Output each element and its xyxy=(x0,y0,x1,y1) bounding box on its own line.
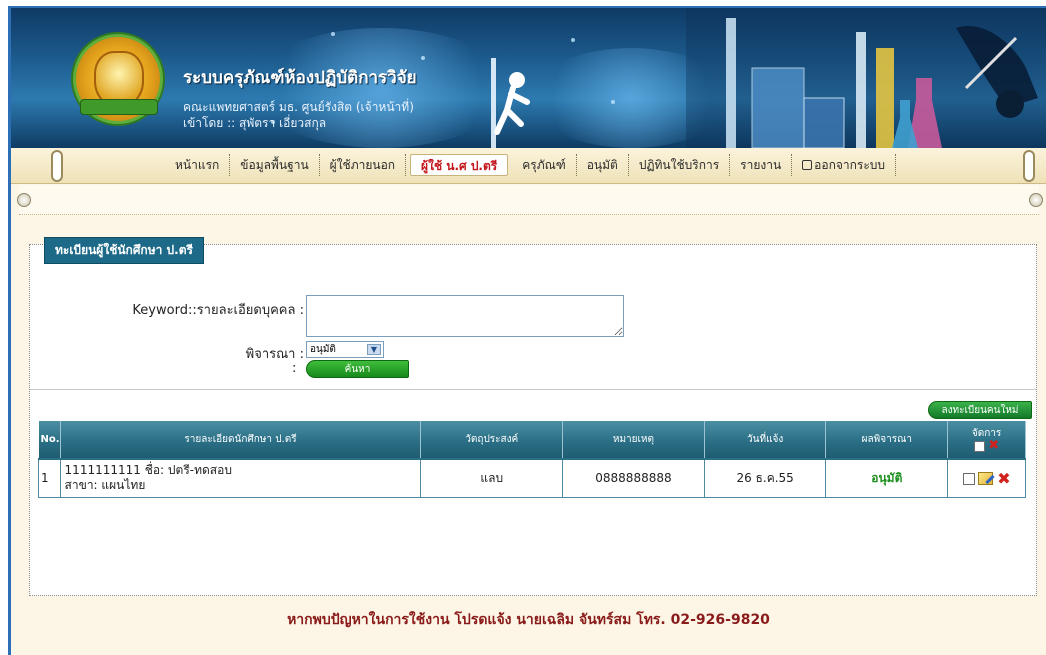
binder-ring-icon xyxy=(1023,150,1035,182)
search-button[interactable]: ค้นหา xyxy=(306,360,409,378)
edit-icon[interactable] xyxy=(978,472,994,486)
row-checkbox[interactable] xyxy=(962,472,975,485)
registration-panel: ทะเบียนผู้ใช้นักศึกษา ป.ตรี Keyword::ราย… xyxy=(29,237,1037,596)
col-no: No. xyxy=(38,421,61,459)
search-colon: : xyxy=(292,361,297,376)
col-detail: รายละเอียดนักศึกษา ป.ตรี xyxy=(60,421,422,459)
divider xyxy=(30,389,1036,390)
col-result: ผลพิจารณา xyxy=(825,421,949,459)
col-purpose: วัตถุประสงค์ xyxy=(420,421,564,459)
status-label: พิจารณา : xyxy=(245,347,304,362)
app-title: ระบบครุภัณฑ์ห้องปฏิบัติการวิจัย xyxy=(183,68,417,88)
runner-figure-icon xyxy=(491,58,530,148)
nav-item-home[interactable]: หน้าแรก xyxy=(165,154,231,176)
keyword-input[interactable] xyxy=(306,295,624,337)
binder-ring-icon xyxy=(51,150,63,182)
cell-detail: 1111111111 ชื่อ: ปตรี-ทดสอบ สาขา: แผนไทย xyxy=(59,458,422,498)
col-manage-label: จัดการ xyxy=(971,428,1002,439)
nav-item-external-users[interactable]: ผู้ใช้ภายนอก xyxy=(320,154,407,176)
nav-item-approval[interactable]: อนุมัติ xyxy=(577,154,629,176)
nav-item-service-calendar[interactable]: ปฏิทินใช้บริการ xyxy=(629,154,731,176)
keyword-label: Keyword::รายละเอียดบุคคล : xyxy=(132,303,304,318)
banner-sparkle xyxy=(571,38,575,42)
laboratory-illustration-icon xyxy=(686,8,1046,148)
student-major: สาขา: แผนไทย xyxy=(64,478,146,493)
nav-menu: หน้าแรก ข้อมูลพื้นฐาน ผู้ใช้ภายนอก ผู้ใช… xyxy=(165,152,897,178)
table-header-row: No. รายละเอียดนักศึกษา ป.ตรี วัตถุประสงค… xyxy=(38,421,1026,459)
nav-item-equipment[interactable]: ครุภัณฑ์ xyxy=(512,154,577,176)
nav-item-logout-label: ออกจากระบบ xyxy=(814,158,886,172)
nav-item-logout[interactable]: ออกจากระบบ xyxy=(792,154,897,176)
app-window: ระบบครุภัณฑ์ห้องปฏิบัติการวิจัย คณะแพทยศ… xyxy=(8,6,1046,655)
delete-icon[interactable]: ✖ xyxy=(997,470,1010,486)
nav-item-reports[interactable]: รายงาน xyxy=(730,154,793,176)
col-note: หมายเหตุ xyxy=(562,421,705,459)
student-id-name: 1111111111 ชื่อ: ปตรี-ทดสอบ xyxy=(64,463,232,478)
nav-item-basic-data[interactable]: ข้อมูลพื้นฐาน xyxy=(230,154,320,176)
dropdown-arrow-icon: ▼ xyxy=(367,344,381,355)
register-new-button[interactable]: ลงทะเบียนคนใหม่ xyxy=(928,401,1032,419)
exit-icon xyxy=(802,160,813,170)
login-info: เข้าโดย :: สุพัตรา เอี่ยวสกุล xyxy=(183,116,327,130)
main-nav: หน้าแรก ข้อมูลพื้นฐาน ผู้ใช้ภายนอก ผู้ใช… xyxy=(11,148,1046,184)
footer-contact: หากพบปัญหาในการใช้งาน โปรดแจ้ง นายเฉลิม … xyxy=(287,612,770,628)
status-select-value: อนุมัติ xyxy=(310,344,336,355)
binder-bolt-icon xyxy=(1029,193,1043,207)
cell-note: 0888888888 xyxy=(562,458,705,498)
student-table: No. รายละเอียดนักศึกษา ป.ตรี วัตถุประสงค… xyxy=(38,421,1026,498)
cell-purpose: แลบ xyxy=(420,458,564,498)
nav-item-undergrad-users[interactable]: ผู้ใช้ น.ศ ป.ตรี xyxy=(410,154,509,176)
cell-no: 1 xyxy=(38,458,61,498)
cell-date: 26 ธ.ค.55 xyxy=(703,458,827,498)
status-select[interactable]: อนุมัติ ▼ xyxy=(306,341,384,358)
select-all-checkbox[interactable] xyxy=(974,440,986,452)
university-seal-icon xyxy=(73,34,163,124)
delete-selected-icon[interactable]: ✖ xyxy=(988,439,999,452)
banner-sparkle xyxy=(421,56,425,60)
cell-actions: ✖ xyxy=(947,458,1026,498)
banner-sparkle xyxy=(331,32,335,36)
col-date: วันที่แจ้ง xyxy=(704,421,827,459)
col-manage: จัดการ ✖ xyxy=(947,421,1026,459)
panel-title: ทะเบียนผู้ใช้นักศึกษา ป.ตรี xyxy=(44,237,204,264)
cell-result: อนุมัติ xyxy=(825,458,949,498)
banner-sparkle xyxy=(611,100,615,104)
content-strip xyxy=(17,185,1043,215)
header-banner: ระบบครุภัณฑ์ห้องปฏิบัติการวิจัย คณะแพทยศ… xyxy=(11,8,1046,148)
binder-bolt-icon xyxy=(17,193,31,207)
table-row: 1 1111111111 ชื่อ: ปตรี-ทดสอบ สาขา: แผนไ… xyxy=(38,458,1026,498)
